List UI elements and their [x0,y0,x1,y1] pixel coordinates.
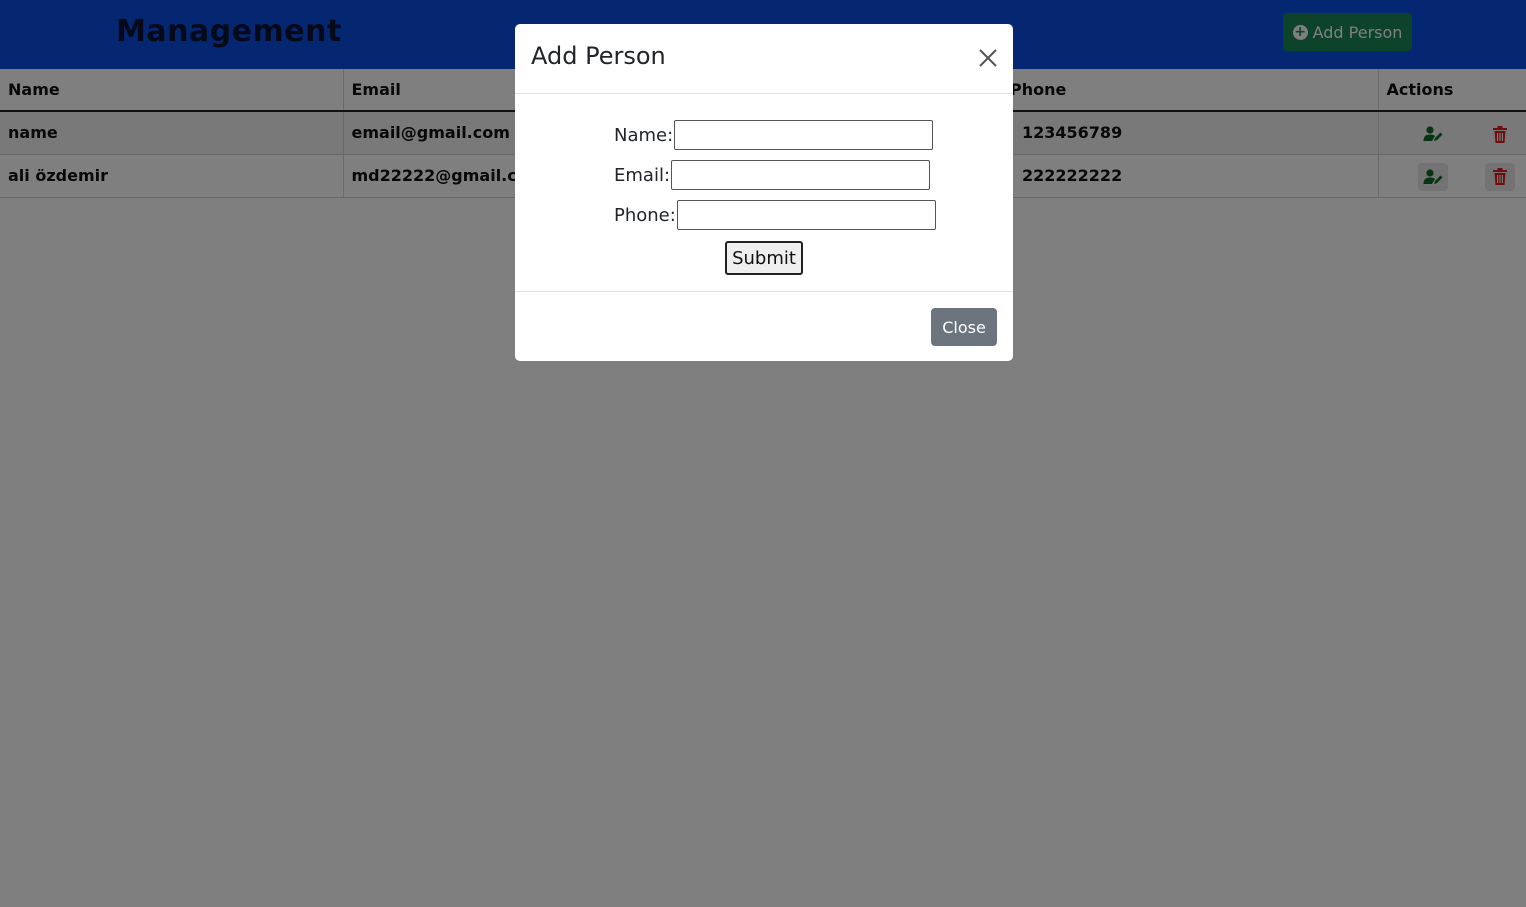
close-button[interactable]: Close [931,308,997,346]
add-person-form: Name: Email: Phone: Submit [515,94,1013,292]
modal-footer: Close [515,292,1013,362]
name-field[interactable] [674,120,934,150]
add-person-modal: Add Person Name: Email: Phone: Submit Cl… [515,24,1013,361]
name-label: Name: [614,124,674,146]
phone-field[interactable] [676,200,936,230]
phone-row: Phone: [614,200,936,230]
name-row: Name: [614,120,934,150]
email-label: Email: [614,164,671,186]
modal-header: Add Person [515,24,1013,94]
modal-title: Add Person [531,42,666,70]
page: Management + Add Person Name Email Phone… [0,0,1526,907]
phone-label: Phone: [614,204,676,226]
close-icon[interactable] [977,47,999,69]
email-field[interactable] [671,160,931,190]
email-row: Email: [614,160,931,190]
submit-button[interactable]: Submit [725,241,803,275]
